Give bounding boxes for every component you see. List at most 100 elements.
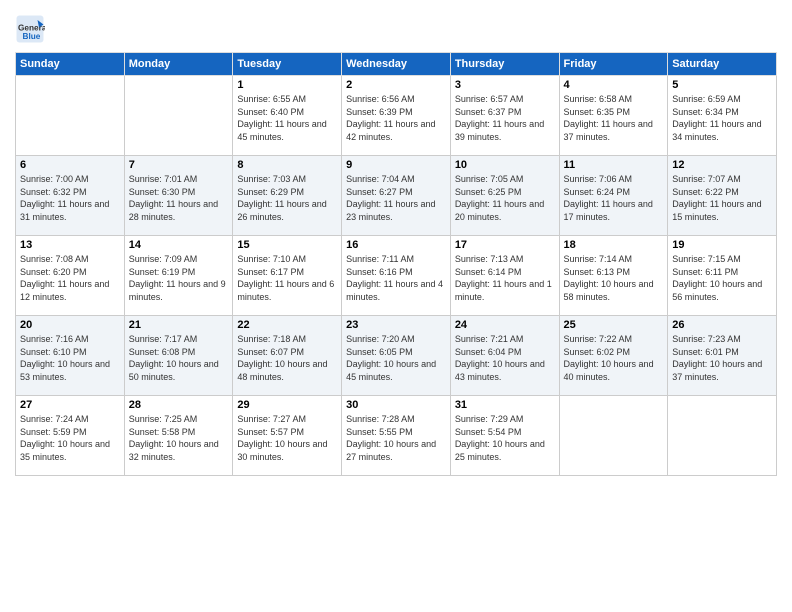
calendar-cell — [559, 396, 668, 476]
weekday-header-row: SundayMondayTuesdayWednesdayThursdayFrid… — [16, 53, 777, 76]
day-number: 12 — [672, 159, 772, 171]
day-info: Sunrise: 7:28 AM Sunset: 5:55 PM Dayligh… — [346, 413, 446, 463]
day-number: 16 — [346, 239, 446, 251]
day-number: 15 — [237, 239, 337, 251]
day-info: Sunrise: 7:18 AM Sunset: 6:07 PM Dayligh… — [237, 333, 337, 383]
calendar-cell: 19 Sunrise: 7:15 AM Sunset: 6:11 PM Dayli… — [668, 236, 777, 316]
main-container: General Blue SundayMondayTuesdayWednesda… — [0, 0, 792, 486]
calendar-cell: 22 Sunrise: 7:18 AM Sunset: 6:07 PM Dayli… — [233, 316, 342, 396]
week-row-2: 6 Sunrise: 7:00 AM Sunset: 6:32 PM Daylig… — [16, 156, 777, 236]
day-info: Sunrise: 7:15 AM Sunset: 6:11 PM Dayligh… — [672, 253, 772, 303]
weekday-header-friday: Friday — [559, 53, 668, 76]
day-info: Sunrise: 6:59 AM Sunset: 6:34 PM Dayligh… — [672, 93, 772, 143]
calendar-cell: 14 Sunrise: 7:09 AM Sunset: 6:19 PM Dayli… — [124, 236, 233, 316]
week-row-1: 1Sunrise: 6:55 AM Sunset: 6:40 PM Daylig… — [16, 76, 777, 156]
day-info: Sunrise: 7:25 AM Sunset: 5:58 PM Dayligh… — [129, 413, 229, 463]
day-info: Sunrise: 7:24 AM Sunset: 5:59 PM Dayligh… — [20, 413, 120, 463]
calendar-cell: 15 Sunrise: 7:10 AM Sunset: 6:17 PM Dayli… — [233, 236, 342, 316]
day-number: 27 — [20, 399, 120, 411]
day-number: 23 — [346, 319, 446, 331]
day-info: Sunrise: 7:17 AM Sunset: 6:08 PM Dayligh… — [129, 333, 229, 383]
weekday-header-saturday: Saturday — [668, 53, 777, 76]
calendar-cell: 12 Sunrise: 7:07 AM Sunset: 6:22 PM Dayli… — [668, 156, 777, 236]
calendar-cell: 21 Sunrise: 7:17 AM Sunset: 6:08 PM Dayli… — [124, 316, 233, 396]
calendar-cell: 8 Sunrise: 7:03 AM Sunset: 6:29 PM Daylig… — [233, 156, 342, 236]
day-info: Sunrise: 7:11 AM Sunset: 6:16 PM Dayligh… — [346, 253, 446, 303]
day-number: 22 — [237, 319, 337, 331]
calendar-cell: 23 Sunrise: 7:20 AM Sunset: 6:05 PM Dayli… — [342, 316, 451, 396]
calendar-cell: 5 Sunrise: 6:59 AM Sunset: 6:34 PM Daylig… — [668, 76, 777, 156]
day-info: Sunrise: 7:05 AM Sunset: 6:25 PM Dayligh… — [455, 173, 555, 223]
calendar-cell: 28 Sunrise: 7:25 AM Sunset: 5:58 PM Dayli… — [124, 396, 233, 476]
day-number: 2 — [346, 79, 446, 91]
day-info: Sunrise: 7:10 AM Sunset: 6:17 PM Dayligh… — [237, 253, 337, 303]
day-info: Sunrise: 7:29 AM Sunset: 5:54 PM Dayligh… — [455, 413, 555, 463]
calendar-cell — [124, 76, 233, 156]
calendar-cell: 11 Sunrise: 7:06 AM Sunset: 6:24 PM Dayli… — [559, 156, 668, 236]
day-info: Sunrise: 7:23 AM Sunset: 6:01 PM Dayligh… — [672, 333, 772, 383]
day-info: Sunrise: 6:58 AM Sunset: 6:35 PM Dayligh… — [564, 93, 664, 143]
day-number: 21 — [129, 319, 229, 331]
calendar-cell: 18 Sunrise: 7:14 AM Sunset: 6:13 PM Dayli… — [559, 236, 668, 316]
day-number: 18 — [564, 239, 664, 251]
calendar-cell: 17Sunrise: 7:13 AM Sunset: 6:14 PM Dayli… — [450, 236, 559, 316]
day-info: Sunrise: 7:08 AM Sunset: 6:20 PM Dayligh… — [20, 253, 120, 303]
day-number: 19 — [672, 239, 772, 251]
day-number: 8 — [237, 159, 337, 171]
calendar-cell: 24Sunrise: 7:21 AM Sunset: 6:04 PM Dayli… — [450, 316, 559, 396]
day-info: Sunrise: 7:03 AM Sunset: 6:29 PM Dayligh… — [237, 173, 337, 223]
day-number: 17 — [455, 239, 555, 251]
day-info: Sunrise: 7:06 AM Sunset: 6:24 PM Dayligh… — [564, 173, 664, 223]
day-number: 20 — [20, 319, 120, 331]
day-number: 11 — [564, 159, 664, 171]
calendar-cell: 20 Sunrise: 7:16 AM Sunset: 6:10 PM Dayli… — [16, 316, 125, 396]
day-info: Sunrise: 7:09 AM Sunset: 6:19 PM Dayligh… — [129, 253, 229, 303]
calendar-cell: 25Sunrise: 7:22 AM Sunset: 6:02 PM Dayli… — [559, 316, 668, 396]
day-info: Sunrise: 6:55 AM Sunset: 6:40 PM Dayligh… — [237, 93, 337, 143]
day-number: 31 — [455, 399, 555, 411]
weekday-header-wednesday: Wednesday — [342, 53, 451, 76]
day-number: 25 — [564, 319, 664, 331]
svg-text:Blue: Blue — [23, 32, 41, 41]
calendar-cell: 3 Sunrise: 6:57 AM Sunset: 6:37 PM Daylig… — [450, 76, 559, 156]
logo: General Blue — [15, 14, 47, 44]
day-info: Sunrise: 6:57 AM Sunset: 6:37 PM Dayligh… — [455, 93, 555, 143]
day-number: 4 — [564, 79, 664, 91]
day-number: 7 — [129, 159, 229, 171]
calendar-cell: 10 Sunrise: 7:05 AM Sunset: 6:25 PM Dayli… — [450, 156, 559, 236]
day-number: 14 — [129, 239, 229, 251]
week-row-5: 27 Sunrise: 7:24 AM Sunset: 5:59 PM Dayli… — [16, 396, 777, 476]
day-number: 3 — [455, 79, 555, 91]
day-info: Sunrise: 7:01 AM Sunset: 6:30 PM Dayligh… — [129, 173, 229, 223]
weekday-header-sunday: Sunday — [16, 53, 125, 76]
weekday-header-thursday: Thursday — [450, 53, 559, 76]
day-info: Sunrise: 7:14 AM Sunset: 6:13 PM Dayligh… — [564, 253, 664, 303]
calendar-cell: 27 Sunrise: 7:24 AM Sunset: 5:59 PM Dayli… — [16, 396, 125, 476]
weekday-header-monday: Monday — [124, 53, 233, 76]
day-number: 6 — [20, 159, 120, 171]
day-number: 29 — [237, 399, 337, 411]
calendar-cell: 2Sunrise: 6:56 AM Sunset: 6:39 PM Daylig… — [342, 76, 451, 156]
day-number: 10 — [455, 159, 555, 171]
day-info: Sunrise: 7:04 AM Sunset: 6:27 PM Dayligh… — [346, 173, 446, 223]
calendar-cell — [668, 396, 777, 476]
day-number: 5 — [672, 79, 772, 91]
calendar-cell: 7 Sunrise: 7:01 AM Sunset: 6:30 PM Daylig… — [124, 156, 233, 236]
week-row-3: 13 Sunrise: 7:08 AM Sunset: 6:20 PM Dayli… — [16, 236, 777, 316]
day-info: Sunrise: 7:16 AM Sunset: 6:10 PM Dayligh… — [20, 333, 120, 383]
day-number: 24 — [455, 319, 555, 331]
day-number: 26 — [672, 319, 772, 331]
calendar-cell: 30Sunrise: 7:28 AM Sunset: 5:55 PM Dayli… — [342, 396, 451, 476]
calendar-cell: 29 Sunrise: 7:27 AM Sunset: 5:57 PM Dayli… — [233, 396, 342, 476]
logo-icon: General Blue — [15, 14, 45, 44]
calendar-cell: 1Sunrise: 6:55 AM Sunset: 6:40 PM Daylig… — [233, 76, 342, 156]
day-info: Sunrise: 7:20 AM Sunset: 6:05 PM Dayligh… — [346, 333, 446, 383]
day-number: 13 — [20, 239, 120, 251]
calendar-table: SundayMondayTuesdayWednesdayThursdayFrid… — [15, 52, 777, 476]
day-info: Sunrise: 7:07 AM Sunset: 6:22 PM Dayligh… — [672, 173, 772, 223]
week-row-4: 20 Sunrise: 7:16 AM Sunset: 6:10 PM Dayli… — [16, 316, 777, 396]
day-info: Sunrise: 7:27 AM Sunset: 5:57 PM Dayligh… — [237, 413, 337, 463]
day-info: Sunrise: 7:00 AM Sunset: 6:32 PM Dayligh… — [20, 173, 120, 223]
day-number: 28 — [129, 399, 229, 411]
calendar-cell — [16, 76, 125, 156]
